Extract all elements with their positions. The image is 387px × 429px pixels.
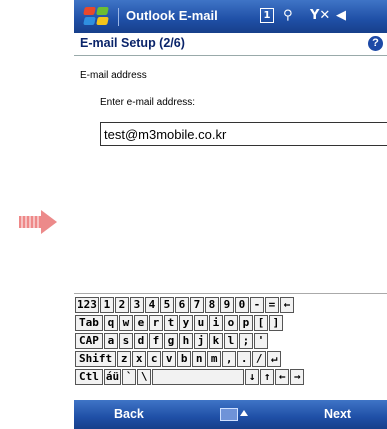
back-softkey[interactable]: Back [114,407,144,421]
arrow-down-key[interactable]: ↓ [245,369,260,385]
caps-key[interactable]: CAP [75,333,103,349]
page-header: E-mail Setup (2/6) ? [74,33,387,56]
key[interactable]: d [133,333,148,349]
arrow-up-key[interactable]: ↑ [260,369,275,385]
key[interactable]: 5 [159,297,174,313]
key[interactable]: 7 [189,297,204,313]
keyboard-row-2: Tab q w e r t y u i o p [ ] [75,315,284,331]
key[interactable]: 2 [114,297,129,313]
key[interactable]: 3 [129,297,144,313]
key[interactable]: c [147,351,162,367]
title-separator [118,8,119,26]
key[interactable]: = [264,297,279,313]
key[interactable]: 6 [174,297,189,313]
key[interactable]: [ [253,315,268,331]
email-prompt-label: Enter e-mail address: [100,97,196,108]
key[interactable]: \ [137,369,152,385]
soft-keyboard: 123 1 2 3 4 5 6 7 8 9 0 - = ← Tab q w e … [74,293,387,399]
email-address-input[interactable] [100,122,387,146]
key[interactable]: ; [238,333,253,349]
key[interactable]: q [103,315,118,331]
key[interactable]: x [132,351,147,367]
connectivity-icon[interactable]: ⚲ [283,8,293,24]
key[interactable]: y [178,315,193,331]
page-title: E-mail Setup (2/6) [80,36,185,50]
email-section-label: E-mail address [80,70,147,81]
help-icon[interactable]: ? [368,36,383,51]
volume-muted-icon[interactable]: ◀︎ [336,8,346,24]
key[interactable]: 8 [204,297,219,313]
key[interactable]: ] [268,315,283,331]
key[interactable]: k [208,333,223,349]
key[interactable]: l [223,333,238,349]
backspace-key[interactable]: ← [279,297,294,313]
tab-key[interactable]: Tab [75,315,103,331]
key[interactable]: n [192,351,207,367]
annotation-arrow-icon [19,210,57,234]
keyboard-row-5: Ctl áü ` \ ↓ ↑ ← → [75,369,305,385]
key[interactable]: p [238,315,253,331]
key[interactable]: - [249,297,264,313]
caret-up-icon [240,410,248,416]
windows-start-icon[interactable] [83,7,112,27]
notification-icon[interactable]: 1 [260,8,274,23]
key[interactable]: 1 [99,297,114,313]
menu-bar: Back Next [74,400,387,429]
keyboard-row-4: Shift z x c v b n m , . / ↵ [75,351,282,367]
key[interactable]: b [177,351,192,367]
key[interactable]: t [163,315,178,331]
key[interactable]: 0 [234,297,249,313]
key[interactable]: u [193,315,208,331]
app-title: Outlook E-mail [126,8,218,23]
key[interactable]: s [118,333,133,349]
keyboard-row-1: 123 1 2 3 4 5 6 7 8 9 0 - = ← [75,297,295,313]
keyboard-toggle-icon[interactable] [220,407,248,421]
keyboard-row-3: CAP a s d f g h j k l ; ' [75,333,269,349]
key[interactable]: w [118,315,133,331]
next-softkey[interactable]: Next [324,407,351,421]
key[interactable]: / [252,351,267,367]
device-screen: Outlook E-mail 1 ⚲ Y✕ ◀︎ E-mail Setup (2… [74,0,387,429]
keyboard-icon [220,408,238,421]
arrow-head [41,210,57,234]
key[interactable]: j [193,333,208,349]
key[interactable]: , [222,351,237,367]
key[interactable]: 123 [75,297,99,313]
key[interactable]: 4 [144,297,159,313]
key[interactable]: h [178,333,193,349]
key[interactable]: v [162,351,177,367]
enter-key[interactable]: ↵ [267,351,282,367]
key[interactable]: r [148,315,163,331]
accent-key[interactable]: áü [103,369,122,385]
key[interactable]: . [237,351,252,367]
key[interactable]: i [208,315,223,331]
key[interactable]: g [163,333,178,349]
key[interactable]: o [223,315,238,331]
shift-key[interactable]: Shift [75,351,117,367]
key[interactable]: m [207,351,222,367]
title-bar: Outlook E-mail 1 ⚲ Y✕ ◀︎ [74,0,387,33]
space-key[interactable] [152,369,245,385]
key[interactable]: 9 [219,297,234,313]
key[interactable]: ` [122,369,137,385]
arrow-right-key[interactable]: → [290,369,305,385]
key[interactable]: z [117,351,132,367]
key[interactable]: a [103,333,118,349]
signal-off-icon[interactable]: Y✕ [310,8,330,24]
key[interactable]: f [148,333,163,349]
key[interactable]: e [133,315,148,331]
ctrl-key[interactable]: Ctl [75,369,103,385]
arrow-left-key[interactable]: ← [275,369,290,385]
arrow-shaft [19,216,41,228]
key[interactable]: ' [253,333,268,349]
